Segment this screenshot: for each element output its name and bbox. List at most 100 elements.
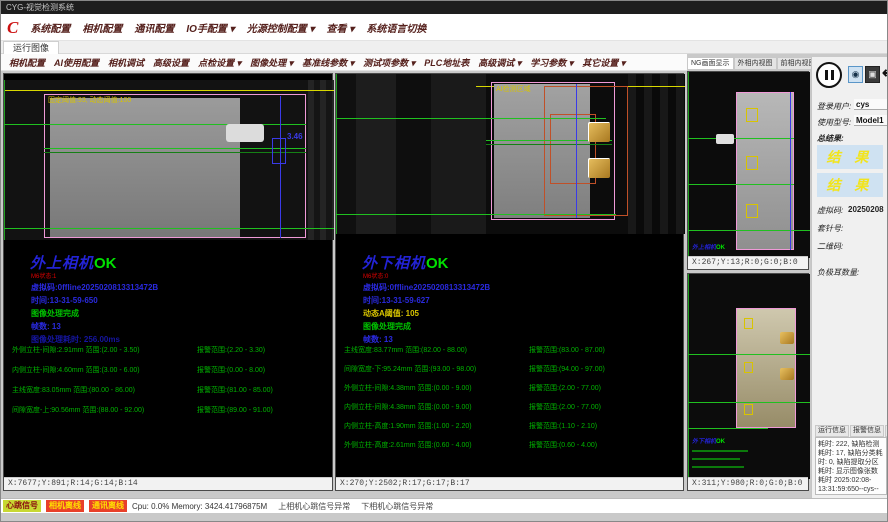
control-panel: ◉ ▣ ↩ 登录用户: cys 使用型号: Model1 总结果: 结 果 结 … bbox=[811, 57, 888, 498]
frame-count: 帧数: 13 bbox=[31, 321, 61, 332]
camera-image-lower[interactable]: AI检测区域 bbox=[336, 74, 685, 234]
toolbar-advanced-settings[interactable]: 高级设置 bbox=[153, 56, 189, 69]
toolbar-camera-config[interactable]: 相机配置 bbox=[9, 56, 45, 69]
sidebar-tab-strip: NG画面显示 外相内视图 前相内视图 bbox=[687, 57, 811, 70]
menu-item-system-config[interactable]: 系统配置 bbox=[30, 20, 70, 35]
measure-alarm: 报警范围:(83.00 - 87.00) bbox=[529, 345, 605, 355]
pause-button[interactable] bbox=[816, 62, 842, 88]
tab-outer-view[interactable]: 外相内视图 bbox=[734, 57, 777, 70]
gold-terminal bbox=[780, 368, 794, 380]
overlay-yellow-rect bbox=[746, 156, 758, 170]
result-badge-lower: 结 果 bbox=[817, 173, 883, 197]
m6-state: M6状态:0 bbox=[363, 271, 388, 280]
thumb-view-upper[interactable]: 外上相机OK X:267;Y:13;R:0;G:0;B:0 bbox=[687, 71, 809, 270]
gold-terminal bbox=[588, 122, 610, 142]
vcode-value: 20250208 bbox=[848, 205, 884, 214]
camera-image-upper[interactable]: 固定阈值:93, 动态阈值:100 3.46 bbox=[4, 80, 334, 240]
measure-main: 内侧立柱-间隙:4.60mm 范围:(3.00 - 6.00) bbox=[12, 367, 140, 374]
menu-item-camera-config[interactable]: 相机配置 bbox=[82, 20, 122, 35]
window-titlebar: CYG-视觉检测系统 bbox=[1, 1, 888, 14]
measure-row: 内侧立柱-间隙:4.60mm 范围:(3.00 - 6.00) 报警范围:(0.… bbox=[12, 365, 332, 375]
mini-text-line bbox=[692, 466, 744, 468]
machinery-bg bbox=[628, 74, 685, 234]
result-ok: OK bbox=[716, 245, 725, 251]
menu-item-language[interactable]: 系统语言切换 bbox=[366, 20, 426, 35]
toolbar-image-processing[interactable]: 图像处理 ▾ bbox=[250, 56, 293, 69]
measure-row: 内侧立柱-间隙:4.38mm 范围:(0.00 - 9.00) 报警范围:(2.… bbox=[344, 402, 684, 412]
measure-row: 间隙宽度-下:95.24mm 范围:(93.00 - 98.00) 报警范围:(… bbox=[344, 364, 684, 374]
overlay-green-line bbox=[688, 138, 794, 139]
capture-time: 时间:13-31-59-650 bbox=[31, 295, 98, 306]
app-window: CYG-视觉检测系统 C 系统配置 相机配置 通讯配置 IO手配置 ▾ 光源控制… bbox=[0, 0, 888, 522]
measure-alarm: 报警范围:(94.00 - 97.00) bbox=[529, 364, 605, 374]
measure-main: 内侧立柱-间隙:4.38mm 范围:(0.00 - 9.00) bbox=[344, 404, 472, 411]
tab-ng-display[interactable]: NG画面显示 bbox=[687, 57, 734, 70]
process-done: 图像处理完成 bbox=[31, 308, 79, 319]
camera-view-lower: AI检测区域 外下相机OK M6状态:0 虚拟码:0ffline20250208… bbox=[335, 73, 684, 491]
gripper-blob bbox=[716, 134, 734, 144]
model-value[interactable]: Model1 bbox=[854, 115, 888, 126]
toolbar-ai-config[interactable]: AI使用配置 bbox=[54, 56, 99, 69]
toolbar-baseline-params[interactable]: 基准线参数 ▾ bbox=[302, 56, 354, 69]
camera-result-title: 外上相机OK bbox=[30, 252, 117, 273]
toolbar-camera-debug[interactable]: 相机调试 bbox=[108, 56, 144, 69]
toolbar-plc-table[interactable]: PLC地址表 bbox=[424, 56, 469, 69]
log-tab-alarm[interactable]: 报警信息 bbox=[850, 425, 884, 437]
result-badge-upper: 结 果 bbox=[817, 145, 883, 169]
measure-main: 主线宽度:83.77mm 范围:(82.00 - 88.00) bbox=[344, 347, 467, 354]
log-tab-run[interactable]: 运行信息 bbox=[815, 425, 849, 437]
menu-item-comm-config[interactable]: 通讯配置 bbox=[134, 20, 174, 35]
toolbar-test-params[interactable]: 测试项参数 ▾ bbox=[363, 56, 415, 69]
toolbar-advanced-debug[interactable]: 高级调试 ▾ bbox=[478, 56, 521, 69]
overlay-yellow-rect bbox=[746, 204, 758, 218]
user-value[interactable]: cys bbox=[854, 99, 888, 110]
tab-run-image[interactable]: 运行图像 bbox=[3, 41, 59, 54]
camera-name: 外下相机 bbox=[692, 439, 716, 445]
toolbar: 相机配置 AI使用配置 相机调试 高级设置 点检设置 ▾ 图像处理 ▾ 基准线参… bbox=[1, 54, 687, 71]
exit-button[interactable]: ↩ bbox=[882, 66, 888, 82]
overlay-green-line bbox=[688, 428, 768, 429]
pixel-coordinate-bar: X:311;Y:980;R:0;G:0;B:0 bbox=[688, 477, 808, 490]
model-label: 使用型号: bbox=[817, 117, 851, 128]
toolbar-other-settings[interactable]: 其它设置 ▾ bbox=[582, 56, 625, 69]
overlay-green-edge bbox=[688, 274, 689, 479]
overlay-yellow-rect bbox=[744, 362, 753, 373]
status-bar: 心跳信号 相机离线 通讯离线 Cpu: 0.0% Memory: 3424.41… bbox=[1, 498, 888, 513]
log-textbox[interactable]: 耗时: 222, 缺陷检测耗时: 17, 缺陷分类耗时: 0, 缺陷提取分区耗时… bbox=[815, 437, 887, 495]
capture-time: 时间:13-31-59-627 bbox=[363, 295, 430, 306]
camera-toggle-button[interactable]: ◉ bbox=[848, 66, 863, 83]
tab-count-label: 负极耳数量: bbox=[817, 267, 859, 278]
measure-main: 外侧立柱-间隙:4.38mm 范围:(0.00 - 9.00) bbox=[344, 385, 472, 392]
menu-item-view[interactable]: 查看 ▾ bbox=[327, 20, 355, 35]
menu-bar: C 系统配置 相机配置 通讯配置 IO手配置 ▾ 光源控制配置 ▾ 查看 ▾ 系… bbox=[1, 14, 888, 41]
thumb-view-lower[interactable]: 外下相机OK X:311;Y:980;R:0;G:0;B:0 bbox=[687, 273, 809, 491]
overlay-green-line bbox=[688, 184, 794, 185]
comm-offline-badge: 通讯离线 bbox=[89, 500, 127, 512]
measure-alarm: 报警范围:(89.00 - 91.00) bbox=[197, 405, 273, 415]
machinery-bg bbox=[308, 80, 334, 240]
gold-terminal bbox=[588, 158, 610, 178]
vcode-label: 虚拟码: bbox=[817, 205, 843, 216]
overlay-pink-rect bbox=[44, 94, 306, 238]
toolbar-spot-check[interactable]: 点检设置 ▾ bbox=[198, 56, 241, 69]
result-ok: OK bbox=[94, 255, 117, 272]
camera-result-title: 外下相机OK bbox=[362, 252, 449, 273]
measure-row: 外侧立柱-高度:2.61mm 范围:(0.60 - 4.00) 报警范围:(0.… bbox=[344, 440, 684, 450]
pixel-coordinate-bar: X:270;Y:2502;R:17;G:17;B:17 bbox=[336, 477, 683, 490]
pixel-coordinate-bar: X:7677;Y:891;R:14;G:14;B:14 bbox=[4, 477, 332, 490]
menu-item-io-config[interactable]: IO手配置 ▾ bbox=[186, 20, 234, 35]
overlay-blue-line bbox=[576, 84, 577, 218]
dynamic-threshold: 动态A阈值: 105 bbox=[363, 308, 419, 319]
toolbar-learning-params[interactable]: 学习参数 ▾ bbox=[530, 56, 573, 69]
screen-button[interactable]: ▣ bbox=[865, 66, 880, 83]
menu-item-light-config[interactable]: 光源控制配置 ▾ bbox=[247, 20, 315, 35]
qr-label: 二维码: bbox=[817, 241, 843, 252]
measure-row: 外侧立柱-间隙:4.38mm 范围:(0.00 - 9.00) 报警范围:(2.… bbox=[344, 383, 684, 393]
mini-text-line bbox=[692, 450, 748, 452]
ai-region-label: AI检测区域 bbox=[496, 84, 531, 94]
overlay-green-line bbox=[688, 402, 810, 403]
camera-lens-icon: ◉ bbox=[852, 69, 860, 80]
thumb-image-lower: 外下相机OK bbox=[688, 274, 810, 479]
measure-alarm: 报警范围:(2.00 - 77.00) bbox=[529, 383, 601, 393]
measure-row: 主线宽度:83.77mm 范围:(82.00 - 88.00) 报警范围:(83… bbox=[344, 345, 684, 355]
